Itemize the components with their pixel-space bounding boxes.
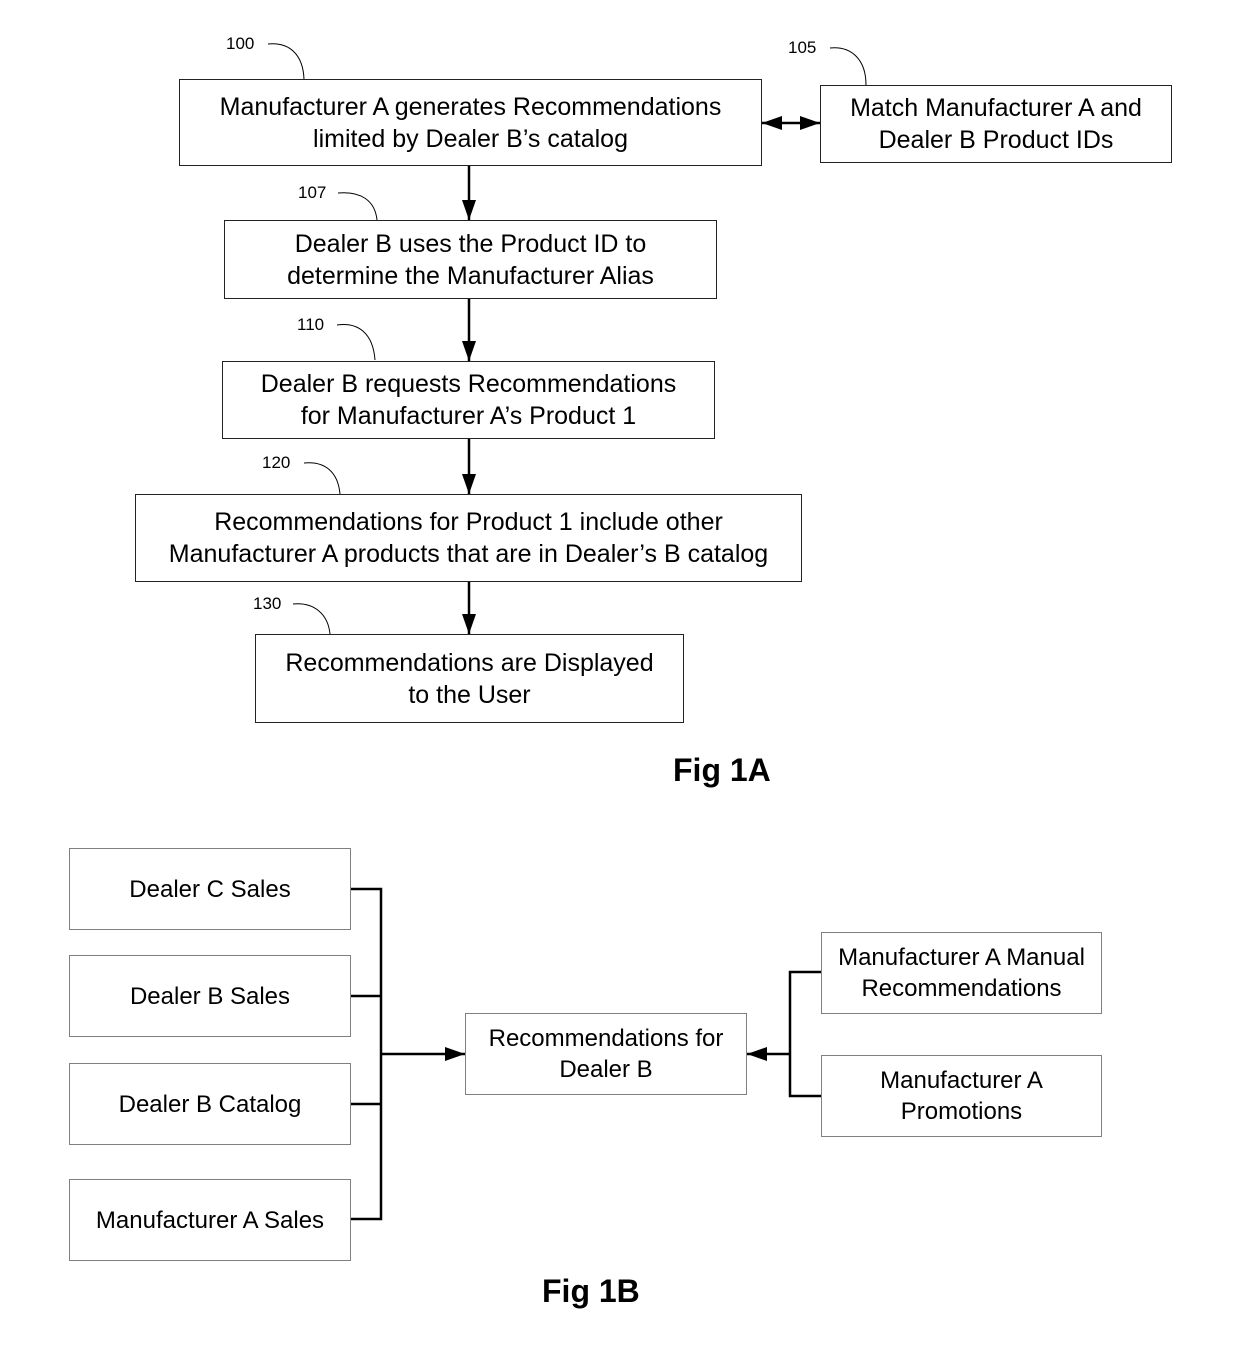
step-text-line: limited by Dealer B’s catalog [313,124,628,153]
input-label-line: Manufacturer A [880,1067,1043,1094]
step-120-box: Recommendations for Product 1 include ot… [135,494,802,582]
center-label-line: Dealer B [559,1056,653,1083]
bus-left [350,887,383,1221]
input-label-line: Manufacturer A Manual [838,944,1085,971]
input-label: Manufacturer A Sales [95,1206,325,1234]
input-manufacturer-a-manual-recommendations: Manufacturer A Manual Recommendations [821,932,1102,1014]
step-105-box: Match Manufacturer A and Dealer B Produc… [820,85,1172,163]
ref-label-105: 105 [788,38,817,57]
step-text-line: Dealer B Product IDs [878,126,1114,154]
ref-label-107: 107 [298,183,327,202]
center-recommendations-dealer-b: Recommendations for Dealer B [465,1013,747,1095]
input-label: Dealer B Catalog [118,1090,302,1118]
leader-130 [292,603,331,635]
ref-label-110: 110 [297,315,325,334]
step-text-line: determine the Manufacturer Alias [287,261,654,290]
input-label-line: Recommendations [861,975,1062,1002]
figure-caption-1b: Fig 1B [542,1273,640,1309]
ref-label-100: 100 [226,34,255,53]
step-130-box: Recommendations are Displayed to the Use… [255,634,684,723]
input-dealer-b-catalog: Dealer B Catalog [69,1063,351,1145]
step-text-line: Manufacturer A products that are in Deal… [168,540,769,568]
input-manufacturer-a-promotions: Manufacturer A Promotions [821,1055,1102,1137]
ref-label-130: 130 [253,594,282,613]
step-100-box: Manufacturer A generates Recommendations… [179,79,762,166]
step-text-line: Dealer B requests Recommendations [260,370,677,398]
step-text-line: Match Manufacturer A and [850,94,1142,122]
leader-107 [337,192,378,221]
input-label-line: Promotions [900,1098,1023,1125]
center-label-line: Recommendations for [488,1025,724,1052]
step-text-line: for Manufacturer A’s Product 1 [300,402,637,430]
input-label: Dealer B Sales [129,982,291,1010]
step-text-line: Dealer B uses the Product ID to [294,229,647,258]
step-107-box: Dealer B uses the Product ID to determin… [224,220,717,299]
step-text-line: Manufacturer A generates Recommendations [219,92,722,121]
input-manufacturer-a-sales: Manufacturer A Sales [69,1179,351,1261]
leader-110 [336,324,376,361]
input-dealer-b-sales: Dealer B Sales [69,955,351,1037]
bus-right [788,970,821,1098]
step-text-line: Recommendations for Product 1 include ot… [214,508,723,536]
input-dealer-c-sales: Dealer C Sales [69,848,351,930]
input-label: Dealer C Sales [129,875,291,903]
leader-105 [829,47,867,86]
leader-100 [267,43,305,80]
step-110-box: Dealer B requests Recommendations for Ma… [222,361,715,439]
step-text-line: to the User [408,680,531,709]
step-text-line: Recommendations are Displayed [285,648,654,677]
ref-label-120: 120 [262,453,291,472]
leader-120 [303,462,341,495]
figure-caption-1a: Fig 1A [673,752,771,788]
